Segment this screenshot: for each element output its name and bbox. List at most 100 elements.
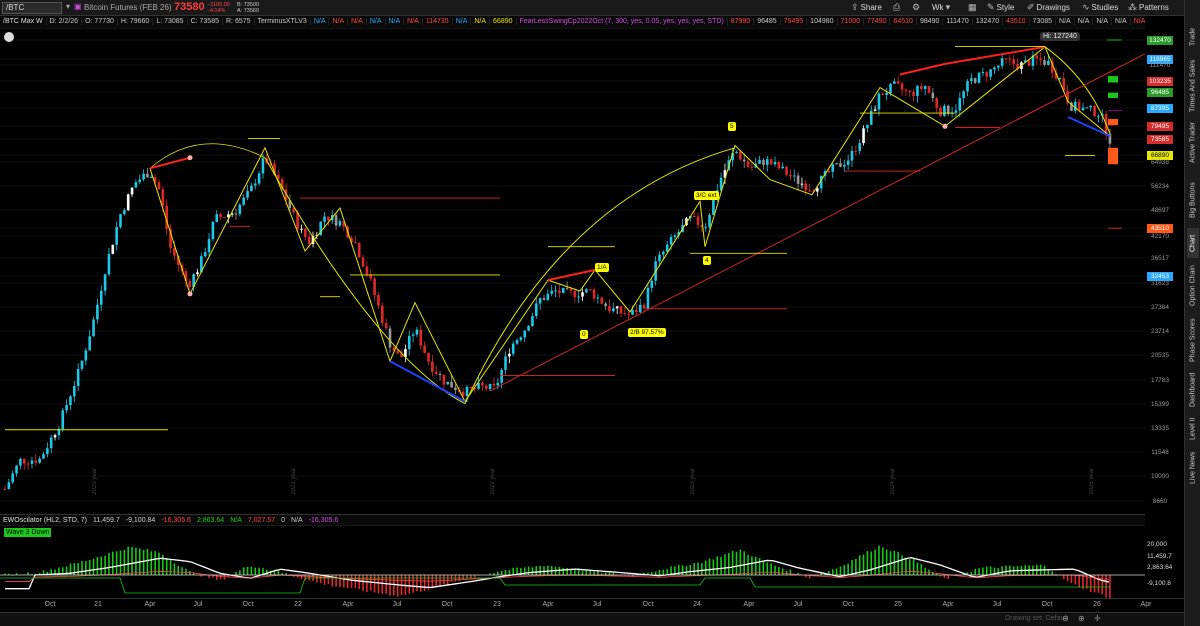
side-tab-option-chain[interactable]: Option Chain (1187, 260, 1199, 312)
candle (1097, 113, 1100, 123)
candle (80, 360, 84, 372)
style-button[interactable]: ✎ Style (987, 2, 1014, 13)
candle (1093, 104, 1096, 118)
crosshair-icon[interactable]: ✛ (1094, 614, 1101, 623)
candle (866, 124, 869, 133)
candle (573, 289, 577, 303)
ew-oscillator-panel[interactable] (0, 525, 1184, 598)
candle (404, 344, 407, 363)
oscillator-value: -9,100.84 (125, 517, 156, 524)
price-axis-label: 20535 (1150, 352, 1170, 359)
side-tab-phase-scores[interactable]: Phase Scores (1187, 314, 1199, 366)
candle (619, 305, 623, 318)
study-value: 111470 (943, 18, 973, 25)
side-tab-active-trader[interactable]: Active Trader (1187, 112, 1199, 172)
candle (939, 105, 942, 117)
candle (712, 197, 715, 216)
zoom-in-icon[interactable]: ⊕ (1078, 614, 1085, 623)
candle (766, 155, 769, 172)
side-tab-trade[interactable]: Trade (1187, 12, 1199, 62)
candle (96, 298, 99, 324)
symbol-input[interactable]: /BTC (2, 2, 62, 14)
candle (839, 158, 842, 168)
candle (1085, 106, 1089, 109)
candle (546, 289, 550, 302)
patterns-button[interactable]: ⁂ Patterns (1128, 2, 1169, 13)
candle (950, 107, 954, 118)
price-axis-label: 64938 (1150, 159, 1170, 166)
candle (49, 434, 53, 454)
price-axis-label: 10000 (1150, 473, 1170, 480)
study-value: N/A (404, 18, 423, 25)
wave-label: 1/A (595, 263, 609, 272)
settings-button[interactable]: ⚙ (912, 2, 920, 13)
studies-icon: ∿ (1082, 2, 1090, 12)
side-tab-dashboard[interactable]: Dashboard (1187, 368, 1199, 412)
oscillator-value: 7,027.57 (247, 517, 276, 524)
side-tab-chart[interactable]: Chart (1187, 228, 1199, 258)
high-bubble: Hi: 127240 (1040, 32, 1080, 41)
swing-point-marker (187, 291, 193, 297)
oscillator-value: 0 (281, 517, 286, 524)
oscillator-value: EWOscilator (HL2, STD, 7) (3, 517, 88, 524)
candle (735, 150, 738, 154)
price-axis-label: 23714 (1150, 328, 1170, 335)
study-value: 71000 (837, 18, 864, 25)
candle (1070, 101, 1073, 112)
candle (115, 221, 118, 251)
style-label: Style (996, 3, 1015, 12)
study-value: N/A (452, 18, 472, 25)
time-axis-label: Oct (44, 601, 56, 608)
candle (550, 284, 553, 297)
timeframe-button[interactable]: Wk ▾ (932, 2, 950, 13)
side-tab-times-and-sales[interactable]: Times And Sales (1187, 60, 1199, 112)
drawings-button[interactable]: ✐ Drawings (1027, 2, 1070, 13)
candle (962, 89, 965, 105)
swing-point-marker (942, 123, 948, 129)
candle (354, 236, 357, 244)
oscillator-value: 11,459.7 (93, 517, 120, 524)
candle (789, 169, 792, 181)
candlestick-series (3, 51, 1112, 490)
candle (111, 244, 115, 255)
zoom-out-icon[interactable]: ⊖ (1062, 614, 1069, 623)
time-axis-label: Jul (392, 601, 402, 608)
patterns-icon: ⁂ (1128, 2, 1137, 12)
candle (943, 103, 946, 117)
candle (207, 233, 211, 257)
study-value: 98490 (916, 18, 944, 25)
candle (665, 240, 669, 253)
grid-layout-button[interactable]: ▦ (968, 2, 977, 13)
oscillator-axis-label: 2,863.64 (1147, 564, 1173, 571)
side-tab-level-ii[interactable]: Level II (1187, 414, 1199, 444)
study-value: 43510 (1003, 18, 1030, 25)
print-button[interactable]: ⎙ (893, 2, 900, 13)
side-tab-live-news[interactable]: Live News (1187, 446, 1199, 490)
symbol-link-icon[interactable]: ▣ (74, 2, 82, 11)
year-marker: 2021 year (291, 468, 297, 495)
bottom-status-bar: Drawing set: Default ⊖ ⊕ ✛ (0, 612, 1184, 626)
candle (527, 325, 530, 332)
candle (931, 88, 935, 103)
info-icon[interactable] (4, 32, 14, 42)
candle (946, 104, 950, 117)
candle (438, 371, 442, 381)
timeframe-label: Wk (932, 3, 944, 12)
symbol-dropdown-icon[interactable]: ▾ (66, 2, 70, 11)
price-axis-label: 11548 (1151, 449, 1169, 456)
candle (519, 336, 523, 342)
share-button[interactable]: ⇪ Share (851, 2, 882, 13)
candle (411, 332, 415, 343)
candle (800, 177, 804, 189)
candle (523, 329, 527, 343)
candle (1031, 51, 1035, 71)
studies-button[interactable]: ∿ Studies (1082, 2, 1118, 13)
candle (215, 210, 219, 223)
candle (612, 302, 615, 313)
price-chart[interactable] (0, 28, 1184, 514)
side-tab-big-buttons[interactable]: Big Buttons (1187, 174, 1199, 226)
price-axis-label: 79495 (1147, 122, 1173, 131)
study-value: 104980 (807, 18, 838, 25)
candle (561, 287, 565, 294)
price-axis-label: 17783 (1150, 377, 1170, 384)
